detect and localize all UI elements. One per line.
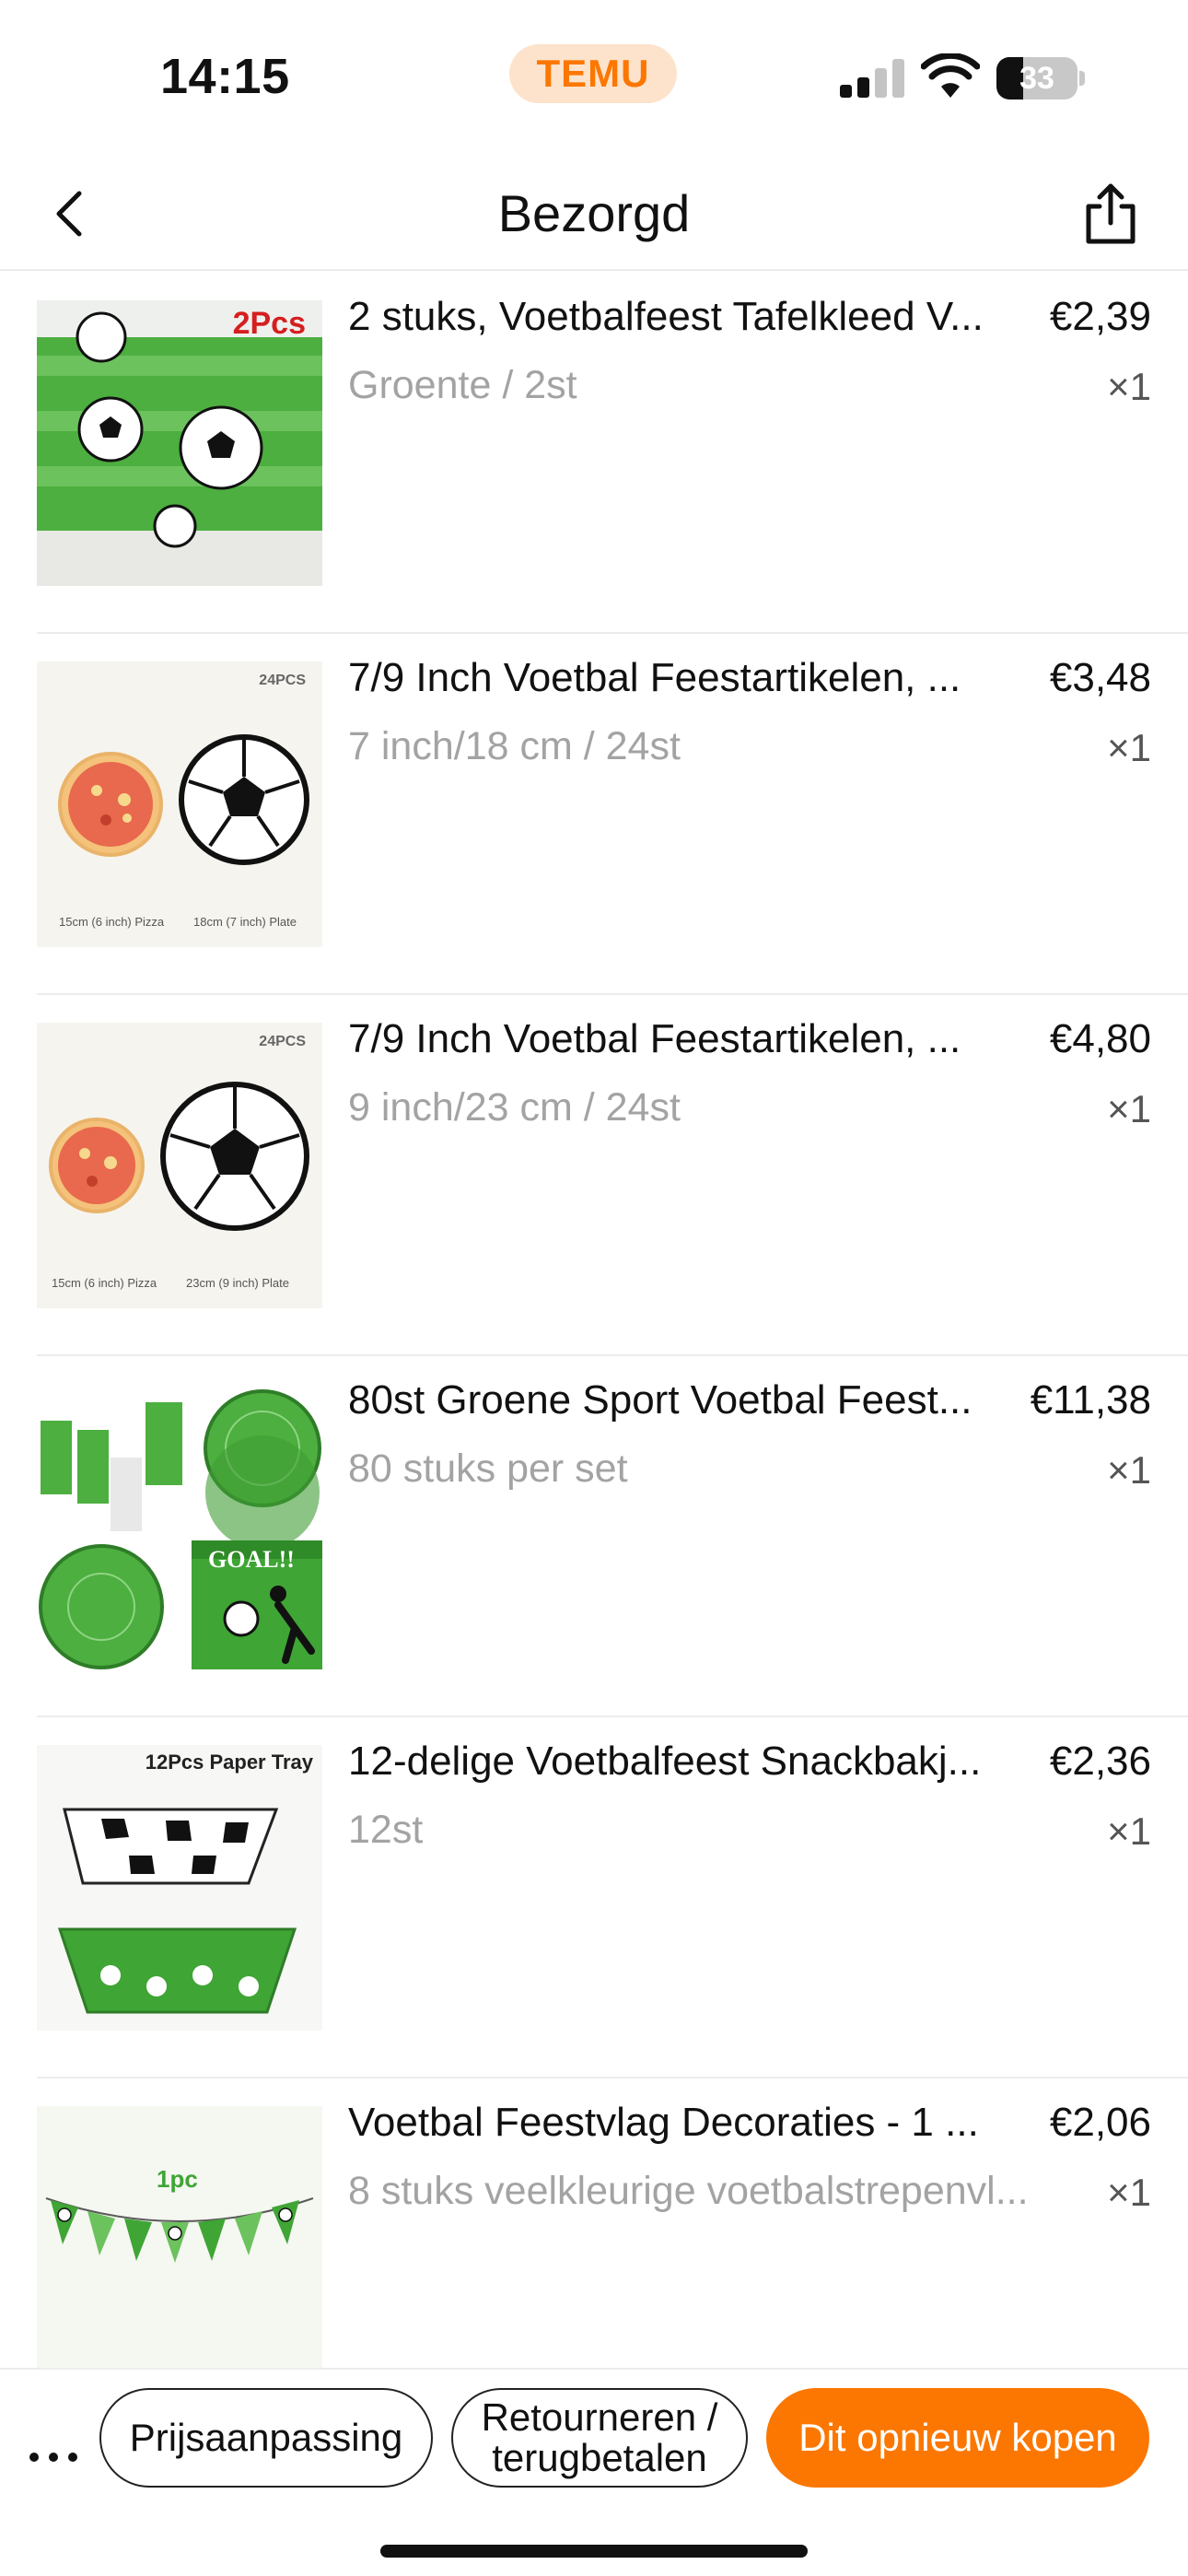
item-price: €2,39 — [1049, 294, 1151, 339]
temu-badge[interactable]: TEMU — [509, 44, 677, 103]
item-quantity: ×1 — [1107, 1809, 1151, 1853]
product-thumbnail[interactable]: 12Pcs Paper Tray — [37, 1745, 322, 2031]
thumb-label: 24PCS — [259, 1034, 306, 1049]
status-bar: 14:15 TEMU 33 — [0, 0, 1188, 157]
thumb-label: 1pc — [157, 2165, 198, 2193]
status-time: 14:15 — [160, 49, 290, 104]
page-title: Bezorgd — [497, 184, 691, 242]
item-title[interactable]: 12-delige Voetbalfeest Snackbakj... — [348, 1736, 993, 1787]
wifi-icon — [921, 53, 980, 98]
item-variant: 12st — [348, 1808, 424, 1852]
item-quantity: ×1 — [1107, 1448, 1151, 1492]
return-refund-button[interactable]: Retourneren / terugbetalen — [451, 2388, 748, 2488]
item-price: €11,38 — [1030, 1377, 1151, 1423]
thumb-label: GOAL!! — [208, 1546, 295, 1573]
item-variant: 80 stuks per set — [348, 1446, 628, 1491]
more-dots-icon[interactable] — [24, 2427, 83, 2486]
item-price: €2,36 — [1049, 1739, 1151, 1784]
item-price: €4,80 — [1049, 1016, 1151, 1061]
list-item[interactable]: 12Pcs Paper Tray 12-delige Voetbalfeest … — [37, 1717, 1188, 2078]
list-item[interactable]: 1pc Voetbal Feestvlag Decoraties - 1 ...… — [37, 2078, 1188, 2368]
item-variant: Groente / 2st — [348, 363, 577, 407]
price-adjustment-button[interactable]: Prijsaanpassing — [99, 2388, 433, 2488]
item-title[interactable]: 80st Groene Sport Voetbal Feest... — [348, 1375, 993, 1426]
item-price: €3,48 — [1049, 655, 1151, 700]
bottom-action-bar: Prijsaanpassing Retourneren / terugbetal… — [0, 2368, 1188, 2576]
thumb-label: 24PCS — [259, 673, 306, 688]
thumb-label: 2Pcs — [232, 306, 306, 341]
list-item[interactable]: 24PCS 15cm (6 inch) Pizza 23cm (9 inch) … — [37, 995, 1188, 1356]
product-thumbnail[interactable]: 1pc — [37, 2106, 322, 2368]
item-quantity: ×1 — [1107, 726, 1151, 769]
item-variant: 8 stuks veelkleurige voetbalstrepenvl... — [348, 2169, 1029, 2213]
list-item[interactable]: 24PCS 15cm (6 inch) Pizza 18cm (7 inch) … — [37, 634, 1188, 995]
share-icon[interactable] — [1074, 177, 1147, 251]
item-title[interactable]: Voetbal Feestvlag Decoraties - 1 ... — [348, 2097, 993, 2149]
item-variant: 7 inch/18 cm / 24st — [348, 724, 681, 768]
thumb-caption: 23cm (9 inch) Plate — [186, 1276, 289, 1290]
product-thumbnail[interactable]: 24PCS 15cm (6 inch) Pizza 18cm (7 inch) … — [37, 662, 322, 947]
thumb-caption: 18cm (7 inch) Plate — [193, 915, 297, 929]
cellular-signal-icon — [840, 57, 906, 98]
thumb-caption: 15cm (6 inch) Pizza — [59, 915, 165, 929]
item-variant: 9 inch/23 cm / 24st — [348, 1085, 681, 1130]
item-title[interactable]: 7/9 Inch Voetbal Feestartikelen, ... — [348, 652, 993, 704]
item-quantity: ×1 — [1107, 365, 1151, 408]
thumb-label: 12Pcs Paper Tray — [145, 1751, 313, 1774]
product-thumbnail[interactable]: GOAL!! — [37, 1384, 322, 1669]
thumb-caption: 15cm (6 inch) Pizza — [52, 1276, 157, 1290]
list-item[interactable]: GOAL!! 80st Groene Sport Voetbal Feest..… — [37, 1356, 1188, 1717]
battery-icon: 33 — [996, 57, 1085, 100]
product-thumbnail[interactable]: 24PCS 15cm (6 inch) Pizza 23cm (9 inch) … — [37, 1023, 322, 1308]
return-button-line-2: terugbetalen — [492, 2436, 707, 2479]
item-title[interactable]: 2 stuks, Voetbalfeest Tafelkleed V... — [348, 291, 993, 343]
item-price: €2,06 — [1049, 2100, 1151, 2145]
nav-header: Bezorgd — [0, 157, 1188, 271]
home-indicator — [380, 2545, 808, 2558]
item-quantity: ×1 — [1107, 2171, 1151, 2214]
item-quantity: ×1 — [1107, 1087, 1151, 1130]
product-thumbnail[interactable]: 2Pcs — [37, 300, 322, 586]
item-title[interactable]: 7/9 Inch Voetbal Feestartikelen, ... — [348, 1013, 993, 1065]
buy-again-button[interactable]: Dit opnieuw kopen — [766, 2388, 1149, 2488]
list-item[interactable]: 2Pcs 2 stuks, Voetbalfeest Tafelkleed V.… — [37, 273, 1188, 634]
return-button-line-1: Retourneren / — [481, 2395, 718, 2439]
order-item-list: 2Pcs 2 stuks, Voetbalfeest Tafelkleed V.… — [0, 273, 1188, 2368]
battery-level: 33 — [1019, 61, 1054, 96]
